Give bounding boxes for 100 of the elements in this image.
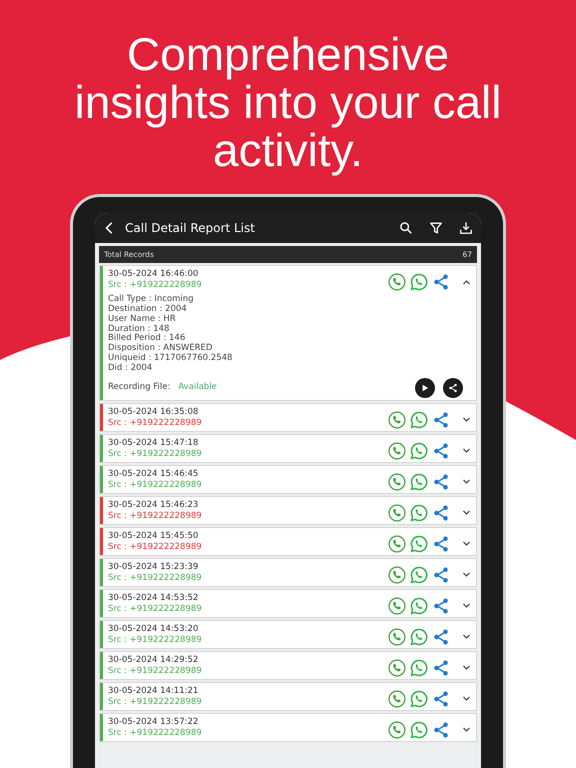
call-record-card[interactable]: 30-05-2024 15:45:50 Src : +919222228989: [99, 526, 477, 556]
phone-icon[interactable]: [388, 410, 406, 429]
share-icon[interactable]: [432, 596, 450, 615]
whatsapp-icon[interactable]: [410, 690, 428, 708]
share-icon[interactable]: [432, 504, 450, 522]
call-record-card[interactable]: 30-05-2024 13:57:22 Src : +919222228989: [99, 712, 477, 742]
chevron-icon[interactable]: [462, 632, 471, 642]
source-number: Src : +919222228989: [108, 634, 203, 646]
detail-line: Billed Period : 146: [108, 334, 186, 344]
chevron-icon[interactable]: [462, 508, 471, 518]
whatsapp-icon[interactable]: [410, 720, 428, 739]
share-icon[interactable]: [432, 628, 450, 646]
call-record-card[interactable]: 30-05-2024 14:53:20 Src : +919222228989: [99, 620, 477, 649]
chevron-icon[interactable]: [462, 446, 471, 456]
whatsapp-icon[interactable]: [410, 566, 428, 584]
call-record-card[interactable]: 30-05-2024 14:11:21 Src : +919222228989: [99, 682, 477, 711]
whatsapp-icon[interactable]: [410, 410, 428, 429]
share-icon[interactable]: [432, 566, 450, 584]
phone-icon[interactable]: [388, 442, 406, 460]
whatsapp-icon[interactable]: [410, 504, 428, 522]
chevron-icon[interactable]: [462, 663, 471, 672]
chevron-icon[interactable]: [462, 570, 471, 580]
phone-icon[interactable]: [388, 596, 406, 615]
source-number: Src : +919222228989: [108, 418, 203, 429]
download-icon[interactable]: [459, 221, 473, 235]
phone-icon[interactable]: [388, 534, 406, 553]
call-datetime: 30-05-2024 15:47:18: [108, 438, 200, 449]
detail-line: User Name : HR: [108, 314, 177, 324]
call-datetime: 30-05-2024 15:23:39: [108, 562, 200, 573]
detail-line: Call Type : Incoming: [108, 295, 195, 304]
source-number: Src : +919222228989: [108, 604, 203, 615]
source-number: Src : +919222228989: [108, 542, 203, 553]
chevron-icon[interactable]: [462, 415, 471, 424]
search-icon[interactable]: [399, 221, 413, 235]
source-number: Src : +919222228989: [108, 666, 203, 677]
call-record-card[interactable]: 30-05-2024 16:35:08 Src : +919222228989: [99, 402, 477, 432]
share-icon[interactable]: [432, 690, 450, 708]
call-datetime: 30-05-2024 13:57:22: [108, 716, 200, 728]
phone-icon[interactable]: [388, 720, 406, 739]
call-record-card[interactable]: 30-05-2024 15:46:45 Src : +919222228989: [99, 464, 477, 494]
call-datetime: 30-05-2024 16:46:00: [108, 269, 200, 280]
recording-label: Recording File:: [108, 382, 170, 393]
call-datetime: 30-05-2024 15:46:45: [108, 468, 200, 480]
call-datetime: 30-05-2024 14:11:21: [108, 686, 200, 697]
screen-title: Call Detail Report List: [125, 220, 256, 237]
call-datetime: 30-05-2024 14:29:52: [108, 654, 200, 666]
chevron-icon[interactable]: [462, 477, 471, 486]
recording-status: Available: [178, 382, 218, 393]
whatsapp-icon[interactable]: [410, 596, 428, 615]
share-icon[interactable]: [432, 658, 450, 677]
phone-icon[interactable]: [388, 504, 406, 522]
whatsapp-icon[interactable]: [410, 534, 428, 553]
call-datetime: 30-05-2024 15:46:23: [108, 500, 200, 511]
call-record-card[interactable]: 30-05-2024 14:29:52 Src : +919222228989: [99, 650, 477, 680]
detail-line: Did : 2004: [108, 364, 154, 374]
chevron-icon[interactable]: [462, 278, 471, 287]
call-datetime: 30-05-2024 14:53:20: [108, 624, 200, 635]
call-record-card[interactable]: 30-05-2024 15:23:39 Src : +919222228989: [99, 558, 477, 587]
chevron-icon[interactable]: [462, 725, 471, 734]
source-number: Src : +919222228989: [108, 280, 203, 292]
detail-line: Disposition : ANSWERED: [108, 344, 214, 354]
call-record-card[interactable]: [99, 265, 477, 401]
chevron-icon[interactable]: [462, 601, 471, 610]
share-recording-button[interactable]: [443, 378, 463, 398]
phone-icon[interactable]: [388, 273, 406, 292]
call-record-card[interactable]: 30-05-2024 15:47:18 Src : +919222228989: [99, 434, 477, 463]
phone-icon[interactable]: [388, 658, 406, 677]
phone-icon[interactable]: [388, 690, 406, 708]
share-icon[interactable]: [432, 472, 450, 491]
source-number: Src : +919222228989: [108, 572, 203, 584]
chevron-icon[interactable]: [462, 539, 471, 548]
call-datetime: 30-05-2024 14:53:52: [108, 592, 200, 604]
whatsapp-icon[interactable]: [410, 472, 428, 491]
share-icon[interactable]: [432, 534, 450, 553]
source-number: Src : +919222228989: [108, 480, 203, 491]
chevron-icon[interactable]: [462, 694, 471, 704]
detail-line: Uniqueid : 1717067760.2548: [108, 354, 234, 364]
share-icon[interactable]: [432, 720, 450, 739]
share-icon: [448, 382, 458, 393]
call-datetime: 30-05-2024 15:45:50: [108, 530, 200, 542]
call-record-card[interactable]: 30-05-2024 14:53:52 Src : +919222228989: [99, 588, 477, 618]
phone-icon[interactable]: [388, 472, 406, 491]
whatsapp-icon[interactable]: [410, 658, 428, 677]
play-button[interactable]: [415, 378, 435, 398]
share-icon[interactable]: [432, 442, 450, 460]
whatsapp-icon[interactable]: [410, 628, 428, 646]
source-number: Src : +919222228989: [108, 510, 203, 522]
detail-line: Destination : 2004: [108, 305, 188, 314]
source-number: Src : +919222228989: [108, 448, 203, 460]
phone-icon[interactable]: [388, 628, 406, 646]
call-record-card[interactable]: 30-05-2024 15:46:23 Src : +919222228989: [99, 496, 477, 525]
whatsapp-icon[interactable]: [410, 442, 428, 460]
filter-icon[interactable]: [429, 221, 443, 235]
call-datetime: 30-05-2024 16:35:08: [108, 406, 200, 418]
phone-icon[interactable]: [388, 566, 406, 584]
detail-line: Duration : 148: [108, 324, 170, 334]
share-icon[interactable]: [432, 273, 450, 292]
whatsapp-icon[interactable]: [410, 273, 428, 292]
share-icon[interactable]: [432, 410, 450, 429]
play-icon: [421, 384, 429, 392]
